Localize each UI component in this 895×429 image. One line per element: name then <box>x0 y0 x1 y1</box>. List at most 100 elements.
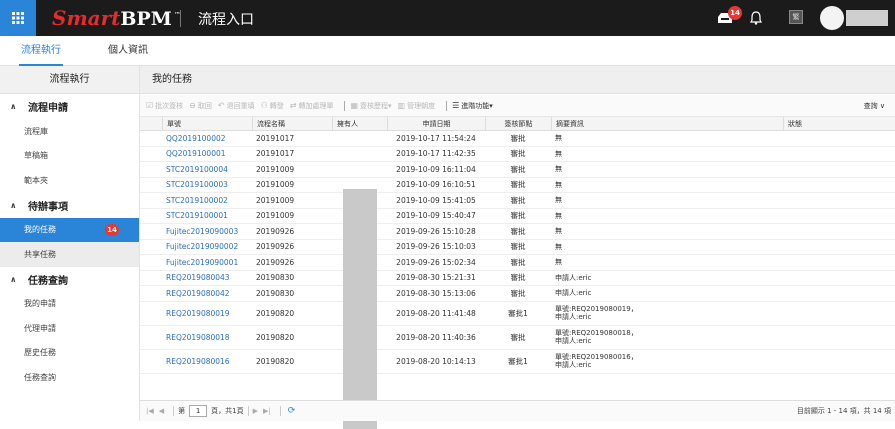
summary-line: 單號:REQ2019080019， <box>555 305 638 313</box>
batch-approve-button[interactable]: ☑ 批次簽核 <box>146 101 183 111</box>
table-row[interactable]: Fujitec2019090003 20190926 2019-09-26 15:1… <box>140 224 895 240</box>
cell-flow-name: 20190926 <box>256 226 295 236</box>
cell-flow-name: 20190926 <box>256 257 295 267</box>
table-row[interactable]: Fujitec2019090002 20190926 2019-09-26 15:1… <box>140 240 895 255</box>
cell-date: 2019-10-17 11:54:24 <box>396 133 476 143</box>
language-button[interactable]: 繁 <box>789 10 803 24</box>
notification-badge: 14 <box>728 6 742 20</box>
cell-summary: 無 <box>551 178 783 193</box>
table-row[interactable]: REQ2019080016 20190820 2019-08-20 10:14:13… <box>140 350 895 374</box>
cell-number[interactable]: STC2019100003 <box>162 178 252 193</box>
retrieve-button[interactable]: ⊖ 取回 <box>189 101 212 111</box>
table-row[interactable]: QQ2019100001 20191017 2019-10-17 11:42:35 審… <box>140 147 895 162</box>
forward-button[interactable]: ⚇ 轉發 <box>261 101 284 111</box>
summary-line: 無 <box>555 242 562 251</box>
sidebar-item-task-query[interactable]: 任務查詢 <box>0 365 139 390</box>
app-grid-icon[interactable] <box>0 0 36 36</box>
col-header-owner[interactable]: 擁有人 <box>332 117 387 131</box>
user-name-redacted[interactable] <box>846 10 888 26</box>
cell-number[interactable]: Fujitec2019090002 <box>162 240 252 255</box>
cell-number[interactable]: REQ2019080018 <box>162 326 252 349</box>
cell-number[interactable]: STC2019100001 <box>162 209 252 224</box>
sidebar-item-shared-tasks[interactable]: 共享任務 <box>0 242 139 267</box>
main-panel: 我的任務 ☑ 批次簽核 ⊖ 取回 ↶ 退回重填 ⚇ 轉發 ⇄ 轉加處理單 ▦ 簽核歷程 ▾ ▥… <box>140 66 895 429</box>
table-row[interactable]: QQ2019100002 20191017 2019-10-17 11:54:24 審… <box>140 131 895 147</box>
page-title: 我的任務 <box>140 66 895 94</box>
advanced-menu-button[interactable]: ☰ 進階功能 ▾ <box>452 101 493 111</box>
col-header-number[interactable]: 單號 <box>162 117 252 131</box>
table-row[interactable]: STC2019100002 20191009 2019-10-09 15:41:05… <box>140 193 895 209</box>
sidebar-section-todo[interactable]: ∧ 待辦事項 <box>0 193 139 218</box>
toolbar-label: 轉加處理單 <box>298 101 334 110</box>
prev-page-icon[interactable]: ◀ <box>159 407 164 415</box>
next-page-icon[interactable]: ▶ <box>253 407 258 415</box>
transfer-button[interactable]: ⇄ 轉加處理單 <box>290 101 334 111</box>
table-row[interactable]: Fujitec2019090001 20190926 2019-09-26 15:0… <box>140 255 895 271</box>
first-page-icon[interactable]: |◀ <box>146 407 154 415</box>
chevron-up-icon: ∧ <box>10 102 17 111</box>
cell-summary: 無 <box>551 131 783 146</box>
pagination: |◀ ◀ 第 1 頁，共1頁 ▶ ▶| ⟳ 目前顯示 1 - 14 項，共 14… <box>140 400 895 421</box>
summary-line: 單號:REQ2019080016， <box>555 353 638 361</box>
cell-node: 審批1 <box>508 356 528 366</box>
query-toggle[interactable]: 查詢 ∨ <box>864 101 885 111</box>
cell-number[interactable]: REQ2019080042 <box>162 286 252 301</box>
bell-icon[interactable] <box>748 8 764 28</box>
cell-number[interactable]: REQ2019080016 <box>162 350 252 373</box>
cell-number[interactable]: REQ2019080043 <box>162 271 252 286</box>
sidebar-item-my-applications[interactable]: 我的申請 <box>0 292 139 317</box>
table-row[interactable]: REQ2019080042 20190830 2019-08-30 15:13:06… <box>140 286 895 302</box>
summary-line: 申請人:eric <box>555 313 592 321</box>
approval-history-button[interactable]: ▦ 簽核歷程 ▾ <box>350 101 391 111</box>
cell-number[interactable]: QQ2019100001 <box>162 147 252 162</box>
sidebar-item-proxy-applications[interactable]: 代理申請 <box>0 316 139 341</box>
col-header-summary[interactable]: 摘要資訊 <box>551 117 783 131</box>
table-row[interactable]: STC2019100003 20191009 2019-10-09 16:10:51… <box>140 178 895 193</box>
cell-number[interactable]: STC2019100002 <box>162 193 252 208</box>
cell-number[interactable]: REQ2019080019 <box>162 302 252 325</box>
sidebar-section-apply[interactable]: ∧ 流程申請 <box>0 94 139 119</box>
table-row[interactable]: STC2019100004 20191009 2019-10-09 16:11:04… <box>140 162 895 178</box>
smartbpm-logo[interactable]: Smart BPM ™ <box>52 6 181 30</box>
sidebar-item-templates[interactable]: 範本夾 <box>0 168 139 193</box>
cell-node: 審批1 <box>508 308 528 318</box>
cell-number[interactable]: STC2019100004 <box>162 162 252 177</box>
refresh-icon[interactable]: ⟳ <box>288 406 296 416</box>
table-row[interactable]: REQ2019080043 20190830 2019-08-30 15:21:31… <box>140 271 895 286</box>
summary-line: 無 <box>555 180 562 189</box>
toolbar: ☑ 批次簽核 ⊖ 取回 ↶ 退回重填 ⚇ 轉發 ⇄ 轉加處理單 ▦ 簽核歷程 ▾ ▥ 管理朝度 … <box>140 95 895 117</box>
cell-summary: 單號:REQ2019080016， 申請人:eric <box>551 350 783 373</box>
last-page-icon[interactable]: ▶| <box>263 407 271 415</box>
logo-bpm-text: BPM <box>120 8 172 30</box>
page-input[interactable]: 1 <box>189 405 208 417</box>
cell-number[interactable]: QQ2019100002 <box>162 131 252 146</box>
col-header-status[interactable]: 狀態 <box>783 117 895 131</box>
cell-number[interactable]: Fujitec2019090003 <box>162 224 252 239</box>
sidebar-item-process-library[interactable]: 流程庫 <box>0 119 139 144</box>
col-header-node[interactable]: 簽核節點 <box>485 117 551 131</box>
cell-flow-name: 20191017 <box>256 133 295 143</box>
manage-button[interactable]: ▥ 管理朝度 <box>398 101 436 111</box>
table-row[interactable]: REQ2019080019 20190820 2019-08-20 11:41:48… <box>140 302 895 326</box>
table-row[interactable]: STC2019100001 20191009 2019-10-09 15:40:47… <box>140 209 895 224</box>
sidebar-item-history-tasks[interactable]: 歷史任務 <box>0 341 139 366</box>
tab-personal-info[interactable]: 個人資訊 <box>108 36 148 66</box>
sidebar-item-drafts[interactable]: 草稿箱 <box>0 144 139 169</box>
chart-icon: ▥ <box>397 101 406 110</box>
cell-number[interactable]: Fujitec2019090001 <box>162 255 252 270</box>
chevron-down-icon: ▾ <box>489 101 493 110</box>
cell-node: 審批 <box>510 149 526 159</box>
avatar[interactable] <box>820 6 844 30</box>
sidebar-section-query[interactable]: ∧ 任務查詢 <box>0 267 139 292</box>
summary-line: 申請人:eric <box>555 337 592 345</box>
cell-node: 審批 <box>510 164 526 174</box>
task-count-badge: 14 <box>105 223 119 236</box>
summary-line: 申請人:eric <box>555 289 592 298</box>
sidebar-item-my-tasks[interactable]: 我的任務 14 <box>0 217 139 242</box>
table-row[interactable]: REQ2019080018 20190820 2019-08-20 11:40:36… <box>140 326 895 350</box>
return-button[interactable]: ↶ 退回重填 <box>218 101 255 111</box>
col-header-flow-name[interactable]: 流程名稱 <box>252 117 332 131</box>
cell-flow-name: 20190820 <box>256 332 295 342</box>
col-header-date[interactable]: 申請日期 <box>387 117 485 131</box>
tab-process-execution[interactable]: 流程執行 <box>19 36 63 66</box>
